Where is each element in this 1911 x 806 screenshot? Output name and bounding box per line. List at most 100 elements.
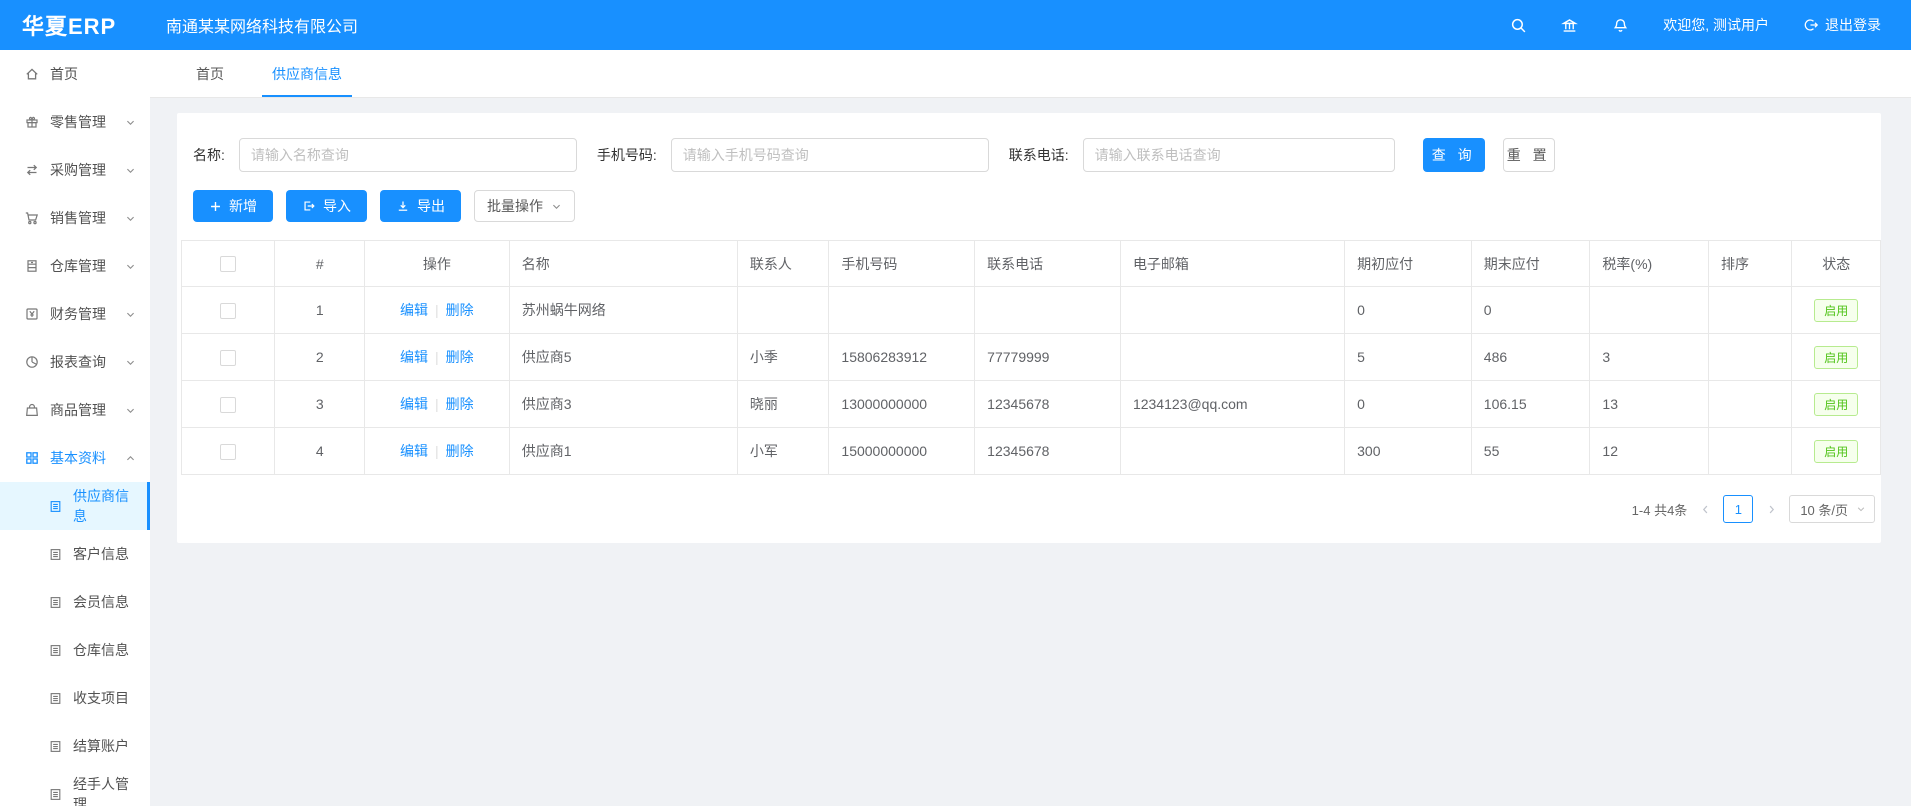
- export-button[interactable]: 导出: [380, 190, 461, 222]
- chevron-down-icon: [1856, 504, 1866, 514]
- table-header-row: # 操作 名称 联系人 手机号码 联系电话 电子邮箱 期初应付 期末应付 税率(…: [182, 241, 1881, 287]
- sidebar-item-label: 基本资料: [50, 448, 106, 468]
- document-icon: [48, 643, 63, 658]
- sidebar-item-reports[interactable]: 报表查询: [0, 338, 150, 386]
- cart-icon: [24, 210, 40, 226]
- phone-filter-input[interactable]: [671, 138, 989, 172]
- grid-icon: [24, 450, 40, 466]
- chevron-down-icon: [125, 213, 136, 224]
- prev-page-button[interactable]: [1697, 504, 1713, 515]
- swap-arrows-icon: [24, 162, 40, 178]
- add-button[interactable]: 新增: [193, 190, 273, 222]
- document-icon: [48, 691, 63, 706]
- sidebar-item-basic-data[interactable]: 基本资料: [0, 434, 150, 482]
- page-size-select[interactable]: 10 条/页: [1789, 495, 1875, 523]
- chevron-down-icon: [125, 261, 136, 272]
- edit-link[interactable]: 编辑: [400, 396, 428, 412]
- cell-opening: 5: [1345, 334, 1472, 381]
- tab-home[interactable]: 首页: [194, 50, 226, 97]
- cell-tel: 77779999: [975, 334, 1121, 381]
- link-separator: |: [435, 443, 439, 459]
- delete-link[interactable]: 删除: [446, 443, 474, 459]
- sidebar-item-label: 采购管理: [50, 160, 106, 180]
- col-header-tax-rate: 税率(%): [1590, 241, 1709, 287]
- cell-index: 1: [275, 287, 364, 334]
- sidebar-item-sales[interactable]: 销售管理: [0, 194, 150, 242]
- chevron-up-icon: [125, 453, 136, 464]
- yuan-box-icon: [24, 306, 40, 322]
- cell-sort: [1709, 381, 1792, 428]
- document-icon: [48, 739, 63, 754]
- col-header-status: 状态: [1792, 241, 1881, 287]
- tab-supplier-info[interactable]: 供应商信息: [270, 50, 344, 97]
- row-checkbox[interactable]: [220, 444, 236, 460]
- next-page-button[interactable]: [1763, 504, 1779, 515]
- row-checkbox[interactable]: [220, 303, 236, 319]
- cell-tax: [1590, 287, 1709, 334]
- tel-filter-input[interactable]: [1083, 138, 1395, 172]
- sidebar-item-finance[interactable]: 财务管理: [0, 290, 150, 338]
- logout-button[interactable]: 退出登录: [1803, 15, 1881, 35]
- page-size-value: 10 条/页: [1800, 500, 1848, 519]
- chevron-down-icon: [125, 357, 136, 368]
- sidebar-item-label: 收支项目: [73, 688, 129, 708]
- batch-actions-dropdown[interactable]: 批量操作: [474, 190, 575, 222]
- edit-link[interactable]: 编辑: [400, 443, 428, 459]
- name-filter-label: 名称:: [193, 145, 225, 165]
- cell-opening: 0: [1345, 287, 1472, 334]
- col-header-email: 电子邮箱: [1120, 241, 1344, 287]
- sidebar-item-home[interactable]: 首页: [0, 50, 150, 98]
- sidebar-subitem-member-info[interactable]: 会员信息: [0, 578, 150, 626]
- row-checkbox[interactable]: [220, 397, 236, 413]
- cell-tel: 12345678: [975, 428, 1121, 475]
- cell-opening: 0: [1345, 381, 1472, 428]
- import-button[interactable]: 导入: [286, 190, 367, 222]
- cell-phone: 15000000000: [829, 428, 975, 475]
- content: 名称: 手机号码: 联系电话: 查 询 重 置 新增: [150, 98, 1911, 543]
- delete-link[interactable]: 删除: [446, 302, 474, 318]
- chevron-down-icon: [125, 165, 136, 176]
- sidebar-item-goods[interactable]: 商品管理: [0, 386, 150, 434]
- edit-link[interactable]: 编辑: [400, 349, 428, 365]
- cell-contact: 晓丽: [737, 381, 828, 428]
- document-icon: [48, 595, 63, 610]
- phone-filter-label: 手机号码:: [597, 145, 657, 165]
- sidebar: 首页 零售管理 采购管理 销售管理 仓库管理 财务管理 报表查询 商品管理: [0, 50, 150, 806]
- delete-link[interactable]: 删除: [446, 349, 474, 365]
- cabinet-icon: [24, 258, 40, 274]
- cell-opening: 300: [1345, 428, 1472, 475]
- sidebar-item-label: 首页: [50, 64, 78, 84]
- reset-button[interactable]: 重 置: [1503, 138, 1555, 172]
- app-logo: 华夏ERP: [0, 9, 150, 41]
- sidebar-item-warehouse[interactable]: 仓库管理: [0, 242, 150, 290]
- sidebar-item-label: 仓库信息: [73, 640, 129, 660]
- sidebar-item-label: 销售管理: [50, 208, 106, 228]
- table-row: 2 编辑|删除 供应商5 小季 15806283912 77779999 5 4…: [182, 334, 1881, 381]
- page-number-button[interactable]: 1: [1723, 495, 1753, 523]
- edit-link[interactable]: 编辑: [400, 302, 428, 318]
- cell-closing: 486: [1471, 334, 1590, 381]
- sidebar-subitem-supplier-info[interactable]: 供应商信息: [0, 482, 150, 530]
- search-icon[interactable]: [1510, 17, 1527, 34]
- sidebar-subitem-warehouse-info[interactable]: 仓库信息: [0, 626, 150, 674]
- bell-icon[interactable]: [1612, 17, 1629, 34]
- cell-sort: [1709, 334, 1792, 381]
- sidebar-subitem-settlement-account[interactable]: 结算账户: [0, 722, 150, 770]
- search-button[interactable]: 查 询: [1423, 138, 1485, 172]
- document-icon: [48, 547, 63, 562]
- sidebar-subitem-customer-info[interactable]: 客户信息: [0, 530, 150, 578]
- cell-closing: 0: [1471, 287, 1590, 334]
- name-filter-input[interactable]: [239, 138, 577, 172]
- sidebar-subitem-income-expense[interactable]: 收支项目: [0, 674, 150, 722]
- row-checkbox[interactable]: [220, 350, 236, 366]
- bank-icon[interactable]: [1561, 17, 1578, 34]
- select-all-checkbox[interactable]: [220, 256, 236, 272]
- cell-contact: 小季: [737, 334, 828, 381]
- sidebar-subitem-handler-mgmt[interactable]: 经手人管理: [0, 770, 150, 806]
- sidebar-item-retail[interactable]: 零售管理: [0, 98, 150, 146]
- plus-icon: [209, 200, 222, 213]
- pagination-total: 1-4 共4条: [1632, 500, 1688, 519]
- delete-link[interactable]: 删除: [446, 396, 474, 412]
- chevron-down-icon: [551, 201, 562, 212]
- sidebar-item-purchase[interactable]: 采购管理: [0, 146, 150, 194]
